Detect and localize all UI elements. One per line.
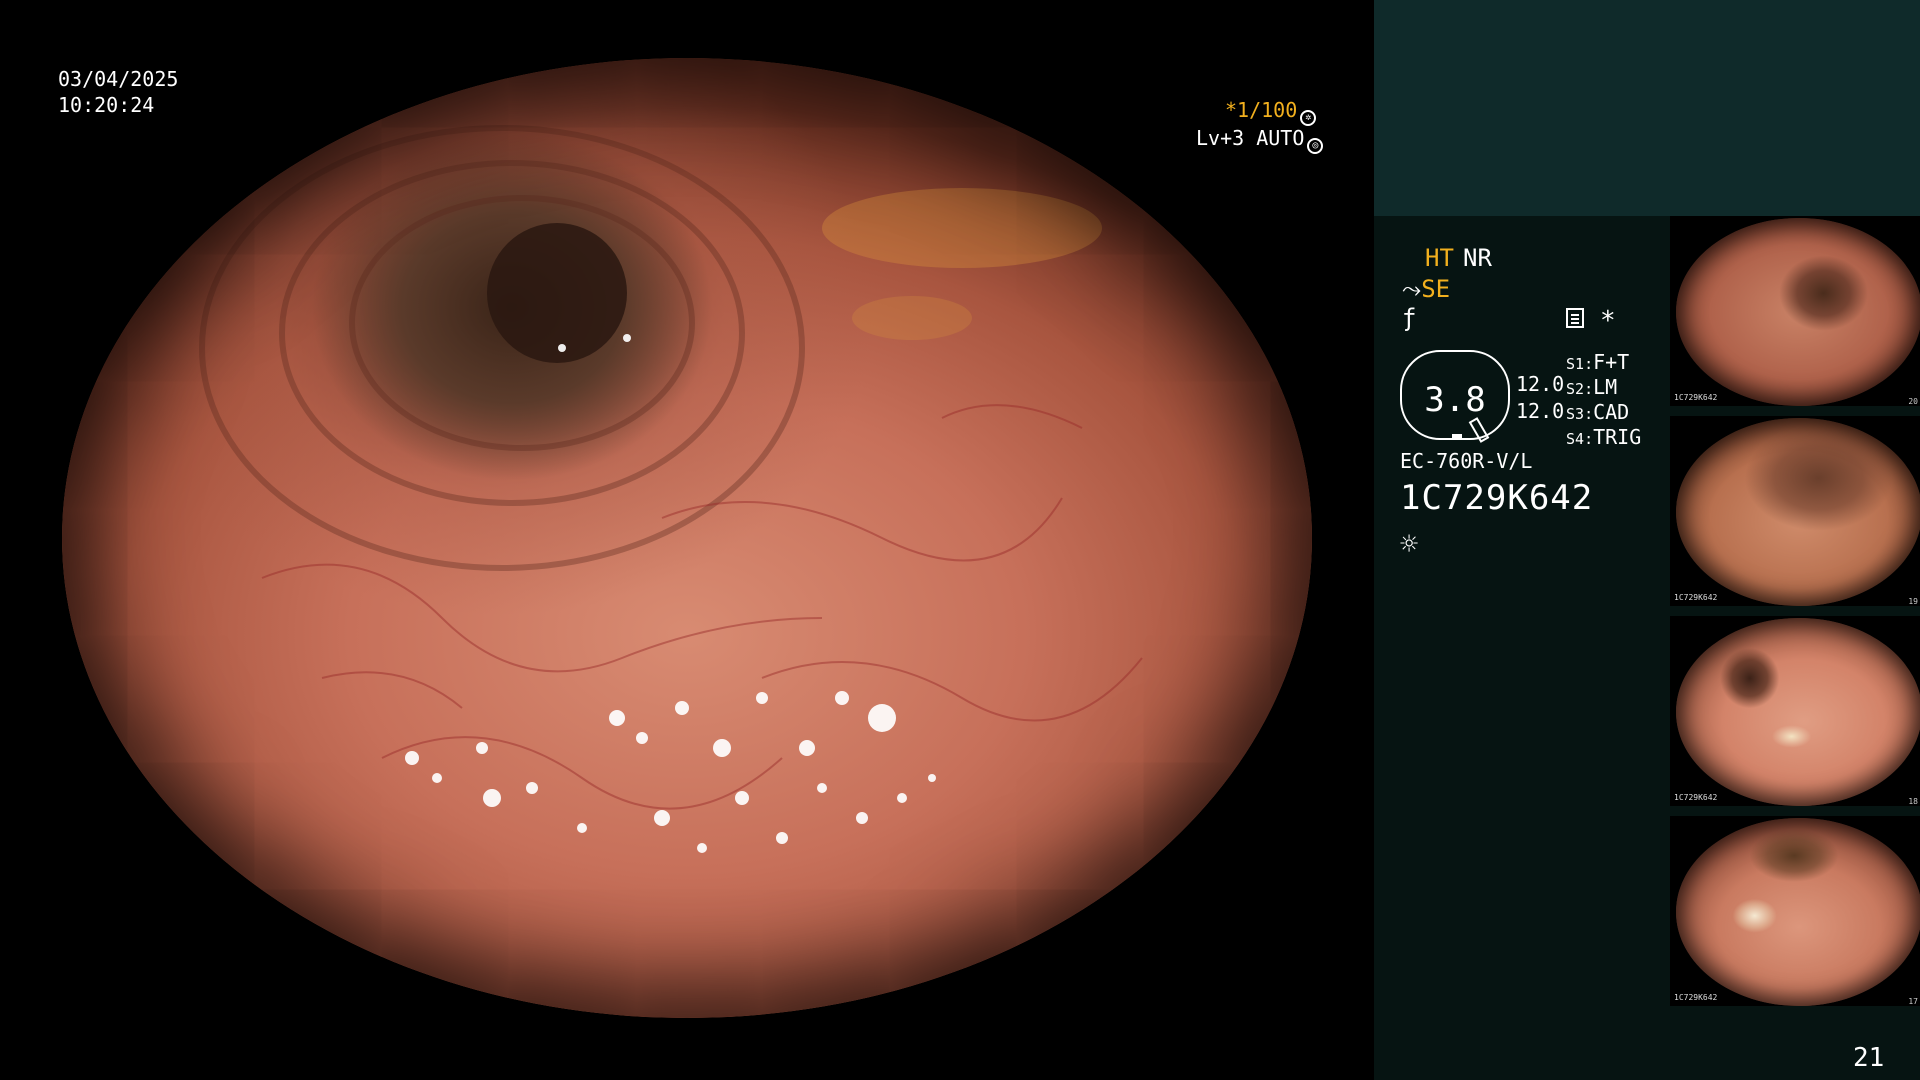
endoscopy-screen: 03/04/2025 10:20:24 *1/100 ✲ Lv+3 AUTO ◎ H…: [0, 0, 1920, 1080]
zoom-value: 3.8: [1424, 380, 1486, 420]
thumbnail-number: 18: [1908, 797, 1918, 806]
se-row: ⤳SE: [1402, 277, 1450, 301]
panel-top: [1374, 0, 1920, 216]
wave-icon: ƒ: [1402, 304, 1417, 332]
thumbnail-image[interactable]: 1C729K642 20: [1670, 216, 1920, 406]
switch-4: S4:TRIG: [1566, 425, 1642, 449]
time: 10:20:24: [58, 93, 155, 117]
zoom-indicator: 3.8: [1400, 350, 1510, 443]
thumbnail-view: [1676, 418, 1920, 606]
iris-icon: ◎: [1307, 138, 1324, 154]
shutter-value: 1/100: [1237, 98, 1298, 122]
thumbnail-view: [1676, 818, 1920, 1006]
switch-key: S1: [1566, 355, 1585, 373]
thumbnail-view: [1676, 218, 1920, 406]
thumbnail-number: 19: [1908, 597, 1918, 606]
se-label: SE: [1421, 275, 1451, 303]
switch-key: S2: [1566, 380, 1585, 398]
ht-label: HT: [1425, 244, 1454, 272]
zoom-marker-icon: [1452, 434, 1462, 440]
thumbnail-image[interactable]: 1C729K642 17: [1670, 816, 1920, 1006]
pin-icon: [1468, 417, 1490, 443]
thumbnail-image[interactable]: 1C729K642 18: [1670, 616, 1920, 806]
thumbnail-view: [1676, 618, 1920, 806]
switch-key: S4: [1566, 430, 1585, 448]
light-icon: ☼: [1400, 527, 1419, 562]
aperture-icon: ✲: [1300, 110, 1317, 126]
enhancement-level: Lv+3 AUTO ◎: [1196, 126, 1324, 154]
scope-serial: 1C729K642: [1400, 478, 1594, 518]
endoscopic-image: [62, 58, 1312, 1018]
switch-value: TRIG: [1593, 425, 1642, 449]
star-icon: *: [1600, 306, 1616, 336]
switch-value: F+T: [1593, 350, 1630, 374]
thumbnail-id: 1C729K642: [1674, 593, 1718, 602]
switch-2: S2:LM: [1566, 375, 1618, 399]
shutter-prefix: *: [1225, 98, 1238, 122]
switch-3: S3:CAD: [1566, 400, 1630, 424]
switch-value: LM: [1593, 375, 1618, 399]
value-a: 12.0: [1516, 372, 1565, 396]
scope-icon: ⤳: [1402, 275, 1422, 303]
nr-label: NR: [1463, 244, 1492, 272]
mucosa-texture: [62, 125, 1143, 853]
date: 03/04/2025: [58, 67, 179, 91]
switch-value: CAD: [1593, 400, 1630, 424]
thumbnail-id: 1C729K642: [1674, 993, 1718, 1002]
date-time: 03/04/2025 10:20:24: [58, 66, 178, 118]
switch-1: S1:F+T: [1566, 350, 1630, 374]
page-number: 21: [1853, 1043, 1885, 1073]
value-b: 12.0: [1516, 399, 1565, 423]
list-icon: [1566, 308, 1584, 328]
thumbnail-number: 17: [1908, 997, 1918, 1006]
thumbnail-id: 1C729K642: [1674, 793, 1718, 802]
thumbnail-image[interactable]: 1C729K642 19: [1670, 416, 1920, 606]
enhancement-text: Lv+3 AUTO: [1196, 126, 1305, 150]
thumbnail-number: 20: [1908, 397, 1918, 406]
shutter-speed: *1/100 ✲: [1225, 98, 1317, 126]
thumbnail-id: 1C729K642: [1674, 393, 1718, 402]
scope-model: EC-760R-V/L: [1400, 449, 1533, 473]
switch-key: S3: [1566, 405, 1585, 423]
